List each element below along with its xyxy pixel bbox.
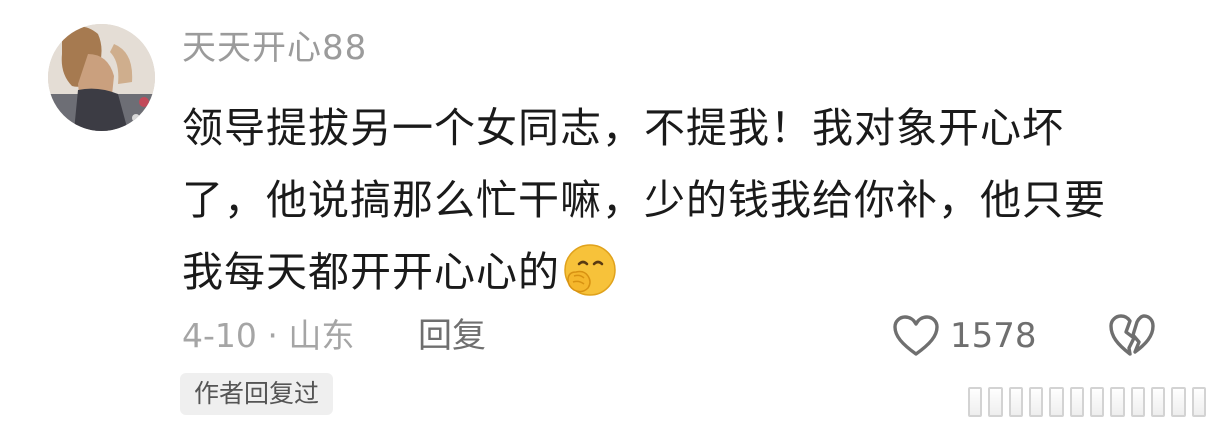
avatar[interactable] (48, 24, 155, 131)
author-replied-badge: 作者回复过 (180, 373, 334, 415)
reply-button[interactable]: 回复 (418, 314, 486, 358)
like-count: 1578 (950, 316, 1037, 356)
heart-icon (893, 315, 939, 356)
dislike-button[interactable] (1108, 312, 1156, 360)
hand-over-mouth-emoji-icon (562, 242, 618, 298)
avatar-image (48, 24, 155, 131)
comment-text-segment: 我每天都开开心心的 (182, 248, 560, 296)
comment-text-line: 了，他说搞那么忙干嘛，少的钱我给你补，他只要 (182, 176, 1106, 224)
watermark (968, 382, 1206, 422)
username[interactable]: 天天开心88 (182, 26, 367, 70)
comment-text-line: 领导提拔另一个女同志，不提我！我对象开心坏 (182, 104, 1064, 152)
comment-text-line: 我每天都开开心心的 (182, 236, 1172, 308)
comment-text: 领导提拔另一个女同志，不提我！我对象开心坏 了，他说搞那么忙干嘛，少的钱我给你补… (182, 92, 1172, 308)
broken-heart-icon (1109, 314, 1155, 356)
comment-date-location: 4-10 · 山东 (182, 316, 355, 355)
comment-item: 天天开心88 领导提拔另一个女同志，不提我！我对象开心坏 了，他说搞那么忙干嘛，… (0, 0, 1206, 432)
like-button[interactable]: 1578 (892, 312, 1037, 360)
